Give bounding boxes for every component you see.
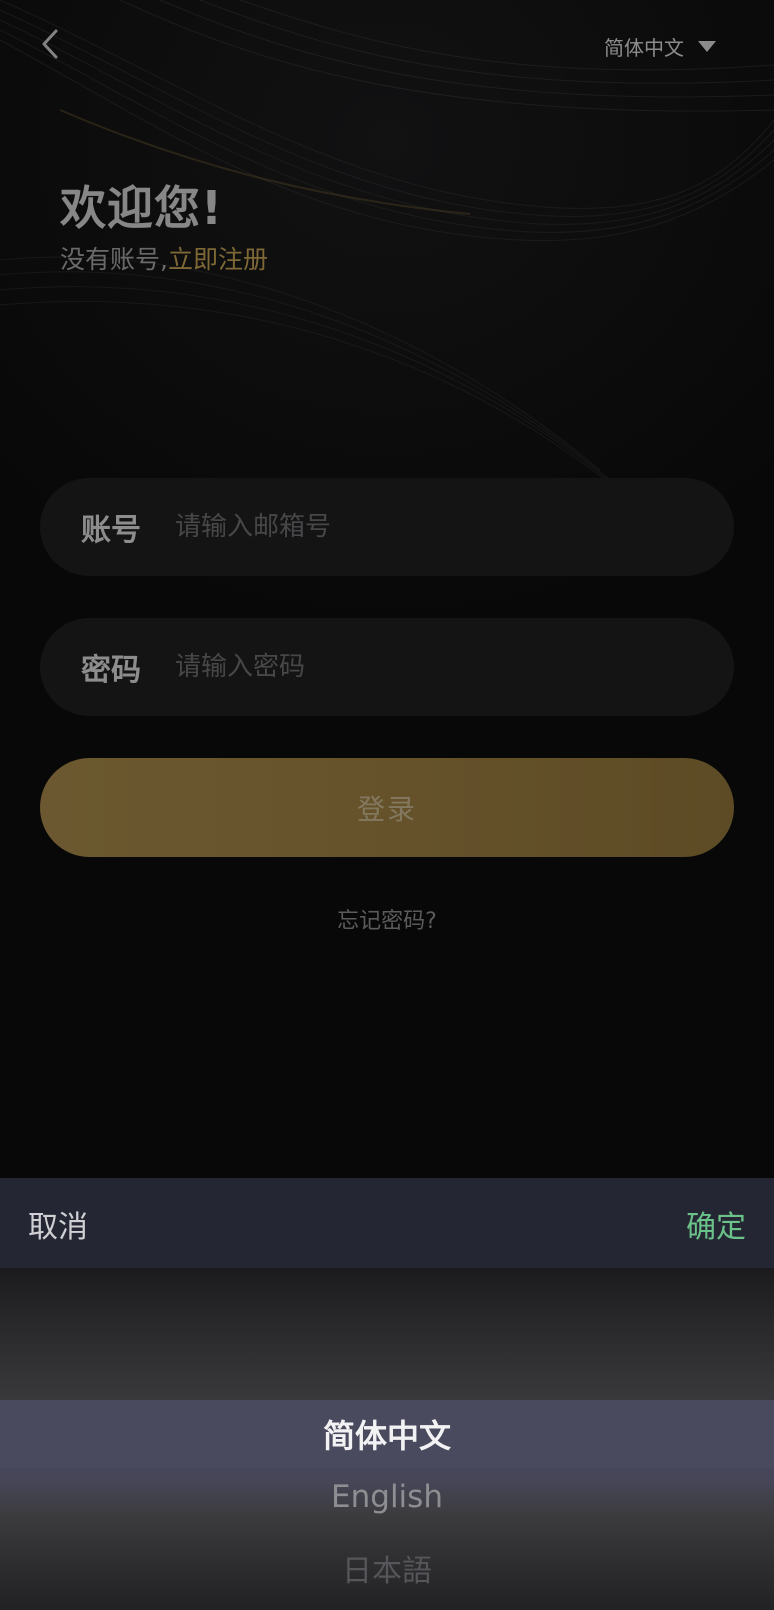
login-screen: 简体中文 欢迎您! 没有账号,立即注册 账号 密码 登录 忘记密码? 取消 确定… [0,0,774,1610]
cancel-button[interactable]: 取消 [28,1202,88,1246]
picker-toolbar: 取消 确定 [0,1178,774,1268]
modal-overlay[interactable] [0,0,774,1178]
picker-option-english[interactable]: English [0,1479,774,1515]
picker-option-japanese[interactable]: 日本語 [0,1546,774,1590]
language-picker-sheet: 取消 确定 简体中文 English 日本語 [0,1178,774,1610]
confirm-button[interactable]: 确定 [686,1202,746,1246]
picker-option-simplified-chinese[interactable]: 简体中文 [0,1411,774,1457]
language-picker-wheel[interactable]: 简体中文 English 日本語 [0,1268,774,1610]
